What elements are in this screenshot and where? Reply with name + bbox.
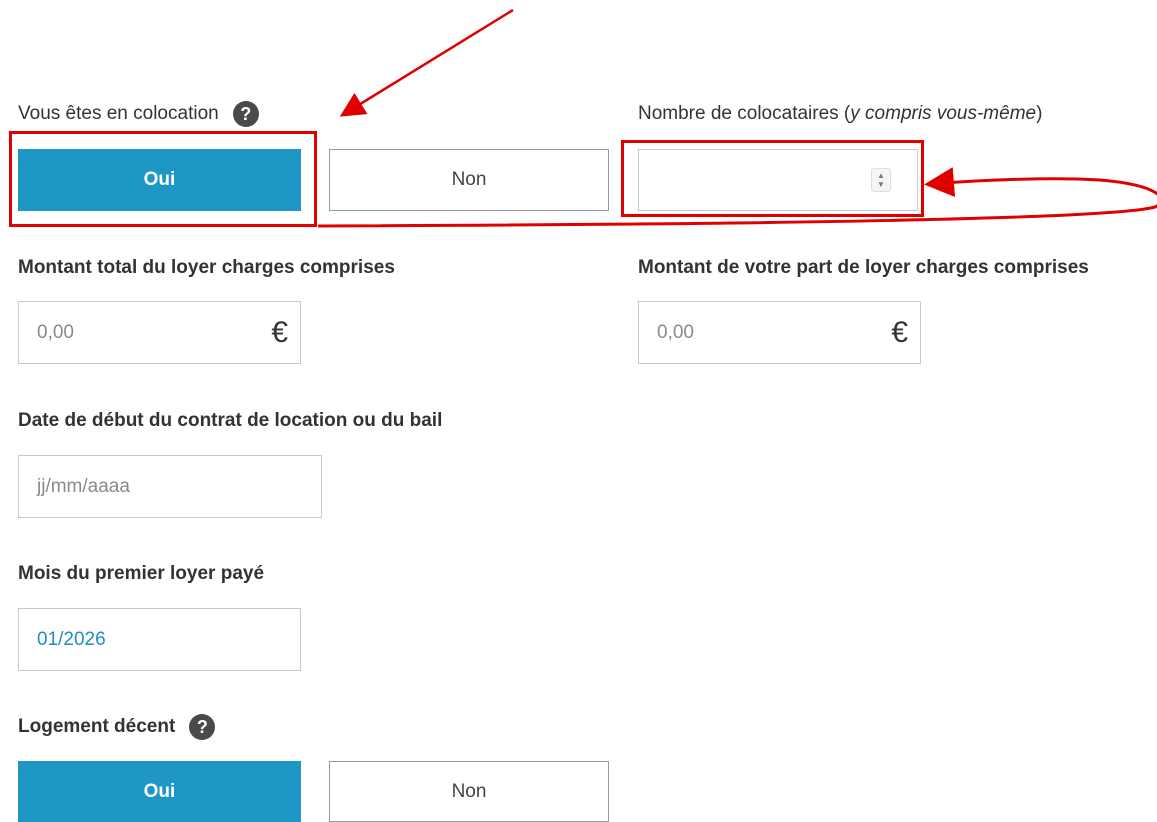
loyer-part-placeholder: 0,00 bbox=[657, 321, 694, 343]
logement-label-text: Logement décent bbox=[18, 716, 176, 737]
colocation-label: Vous êtes en colocation ? bbox=[18, 101, 259, 127]
annotation-box-colocataires bbox=[621, 140, 924, 217]
question-icon[interactable]: ? bbox=[232, 101, 259, 127]
loyer-total-input[interactable]: 0,00 € bbox=[18, 301, 301, 364]
colocation-no-button[interactable]: Non bbox=[329, 149, 609, 211]
euro-icon: € bbox=[891, 315, 908, 349]
colocataires-label: Nombre de colocataires (y compris vous-m… bbox=[638, 103, 1042, 125]
premier-loyer-label: Mois du premier loyer payé bbox=[18, 563, 265, 584]
annotation-box-colocation bbox=[9, 131, 317, 227]
date-debut-label: Date de début du contrat de location ou … bbox=[18, 410, 443, 431]
loyer-total-label: Montant total du loyer charges comprises bbox=[18, 257, 395, 278]
euro-icon: € bbox=[271, 315, 288, 349]
premier-loyer-value: 01/2026 bbox=[37, 628, 106, 650]
loyer-part-label: Montant de votre part de loyer charges c… bbox=[638, 257, 1089, 278]
date-debut-input[interactable]: jj/mm/aaaa bbox=[18, 455, 322, 518]
question-icon[interactable]: ? bbox=[189, 714, 216, 740]
annotation-arrow-top bbox=[339, 8, 514, 117]
colocataires-label-italic: y compris vous-même bbox=[850, 103, 1037, 124]
loyer-part-input[interactable]: 0,00 € bbox=[638, 301, 921, 364]
colocataires-label-end: ) bbox=[1036, 103, 1043, 124]
logement-yes-button[interactable]: Oui bbox=[18, 761, 301, 822]
premier-loyer-input[interactable]: 01/2026 bbox=[18, 608, 301, 671]
loyer-total-placeholder: 0,00 bbox=[37, 321, 74, 343]
date-debut-placeholder: jj/mm/aaaa bbox=[37, 475, 130, 497]
colocataires-label-main: Nombre de colocataires ( bbox=[638, 103, 851, 124]
colocation-label-text: Vous êtes en colocation bbox=[18, 103, 219, 124]
logement-label: Logement décent ? bbox=[18, 714, 216, 740]
logement-no-button[interactable]: Non bbox=[329, 761, 609, 822]
